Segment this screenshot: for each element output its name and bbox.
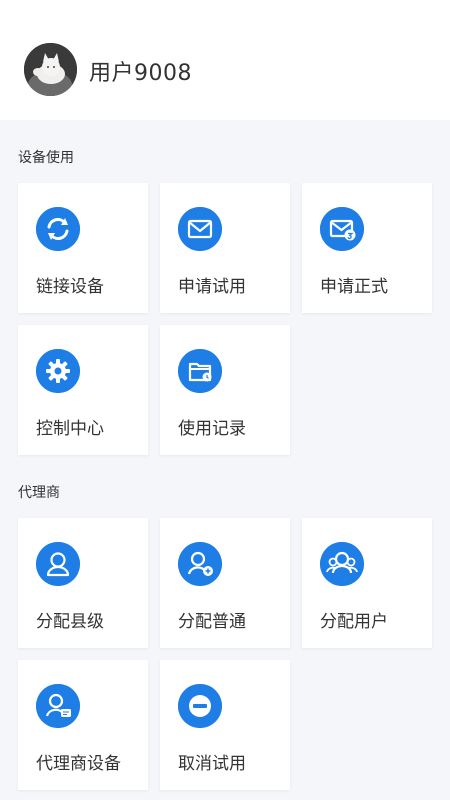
section-title-device-usage: 设备使用: [18, 150, 74, 166]
assign-normal-card[interactable]: 分配普通: [160, 518, 290, 648]
usage-record-card[interactable]: 使用记录: [160, 325, 290, 455]
section-title-agent: 代理商: [18, 485, 60, 501]
user-add-icon: [178, 542, 222, 586]
apply-formal-label: 申请正式: [320, 277, 388, 297]
agent-device-card[interactable]: 代理商设备: [18, 660, 148, 790]
mail-badge-icon: [320, 207, 364, 251]
apply-trial-card[interactable]: 申请试用: [160, 183, 290, 313]
apply-formal-card[interactable]: 申请正式: [302, 183, 432, 313]
mail-icon: [178, 207, 222, 251]
apply-trial-label: 申请试用: [178, 277, 246, 297]
link-device-label: 链接设备: [36, 277, 104, 297]
assign-user-label: 分配用户: [320, 612, 388, 632]
gear-icon: [36, 349, 80, 393]
folder-icon: [178, 349, 222, 393]
profile-header: 用户9008: [0, 0, 450, 120]
control-center-label: 控制中心: [36, 419, 104, 439]
control-center-card[interactable]: 控制中心: [18, 325, 148, 455]
link-device-card[interactable]: 链接设备: [18, 183, 148, 313]
agent-device-label: 代理商设备: [36, 754, 121, 774]
cancel-trial-card[interactable]: 取消试用: [160, 660, 290, 790]
assign-county-card[interactable]: 分配县级: [18, 518, 148, 648]
usage-record-label: 使用记录: [178, 419, 246, 439]
users-icon: [320, 542, 364, 586]
user-icon: [36, 542, 80, 586]
username: 用户9008: [89, 61, 192, 86]
assign-user-card[interactable]: 分配用户: [302, 518, 432, 648]
avatar[interactable]: [24, 43, 77, 96]
minus-circle-icon: [178, 684, 222, 728]
sync-icon: [36, 207, 80, 251]
assign-normal-label: 分配普通: [178, 612, 246, 632]
cancel-trial-label: 取消试用: [178, 754, 246, 774]
user-device-icon: [36, 684, 80, 728]
assign-county-label: 分配县级: [36, 612, 104, 632]
